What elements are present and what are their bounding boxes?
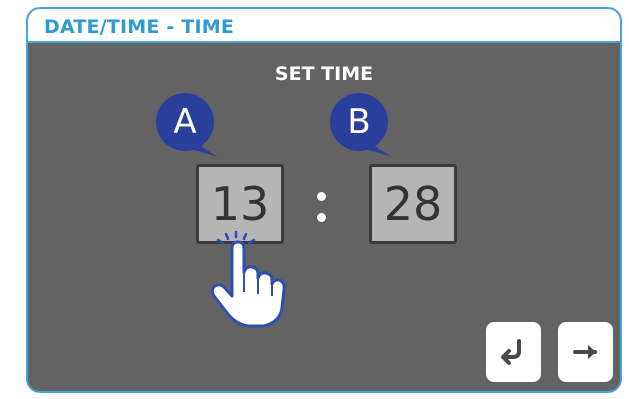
tapping-hand-icon [210,230,286,328]
time-separator [314,186,328,226]
next-button[interactable] [558,322,613,382]
callout-b-label: B [347,102,371,142]
minute-field[interactable]: 28 [369,164,457,244]
callout-a-label: A [173,102,197,142]
right-arrow-icon [572,345,597,359]
separator-dot-top [317,192,326,201]
window-title: DATE/TIME - TIME [44,16,235,38]
minute-value: 28 [383,177,443,231]
time-settings-window: DATE/TIME - TIME SET TIME 13 28 [26,7,622,393]
return-arrow-icon [500,339,521,365]
back-button[interactable] [486,322,541,382]
title-bar: DATE/TIME - TIME [28,9,620,43]
callout-a-bubble: A [156,93,236,167]
screen-subtitle: SET TIME [274,63,374,85]
callout-b-bubble: B [330,93,410,167]
separator-dot-bottom [317,213,326,222]
